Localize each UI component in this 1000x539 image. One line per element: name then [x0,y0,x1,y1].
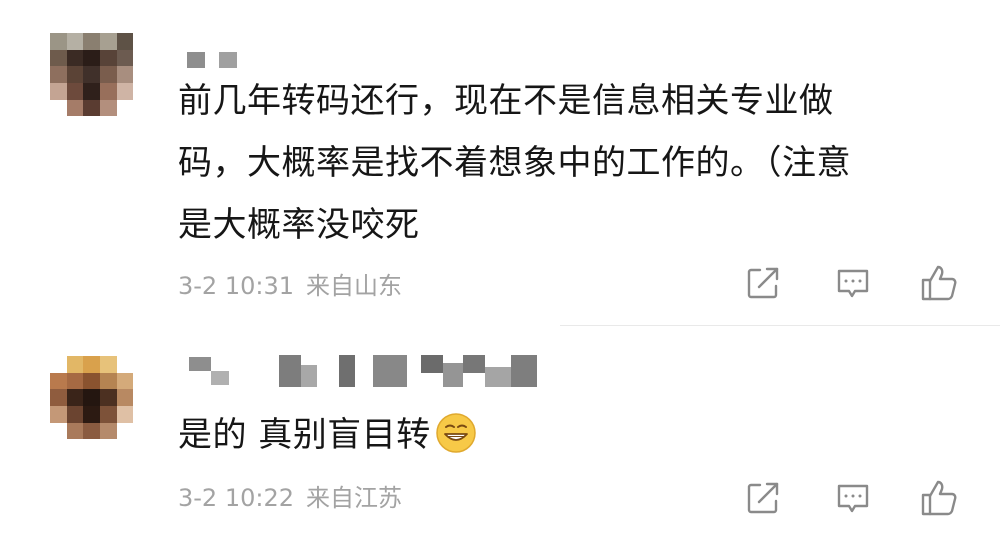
grinning-face-emoji [436,413,476,453]
comment-text-line: 码，大概率是找不着想象中的工作的。（注意 [178,143,851,183]
reply-button[interactable] [830,260,876,306]
username[interactable] [183,353,553,387]
location: 来自山东 [306,272,402,300]
share-icon [747,267,779,299]
comment-item: 前几年转码还行，现在不是信息相关专业做 码，大概率是找不着想象中的工作的。（注意… [0,0,1000,326]
comment-text: 是的 真别盲目转 [178,412,477,457]
reply-button[interactable] [830,475,876,521]
location: 来自江苏 [306,484,402,512]
comment-meta: 3-2 10:31 来自山东 [178,266,402,301]
reply-icon [837,269,869,298]
like-icon [921,265,957,301]
comment-text-line: 前几年转码还行，现在不是信息相关专业做 [178,81,834,121]
comment-text-line: 是大概率没咬死 [178,205,420,245]
avatar[interactable] [50,356,150,456]
timestamp: 3-2 10:31 [178,272,294,300]
comment-meta: 3-2 10:22 来自江苏 [178,478,402,513]
comment-actions [740,260,970,306]
comment-text-line: 是的 真别盲目转 [178,415,431,455]
timestamp: 3-2 10:22 [178,484,294,512]
reply-icon [837,484,869,513]
share-button[interactable] [740,260,786,306]
share-button[interactable] [740,475,786,521]
comment-text: 前几年转码还行，现在不是信息相关专业做 码，大概率是找不着想象中的工作的。（注意… [178,79,851,265]
like-button[interactable] [916,260,962,306]
comment-actions [740,475,970,521]
avatar[interactable] [50,33,150,133]
like-button[interactable] [916,475,962,521]
like-icon [921,480,957,516]
share-icon [747,482,779,514]
comment-item: 是的 真别盲目转 3-2 10:22 来自江苏 [0,326,1000,539]
username[interactable] [183,44,243,78]
